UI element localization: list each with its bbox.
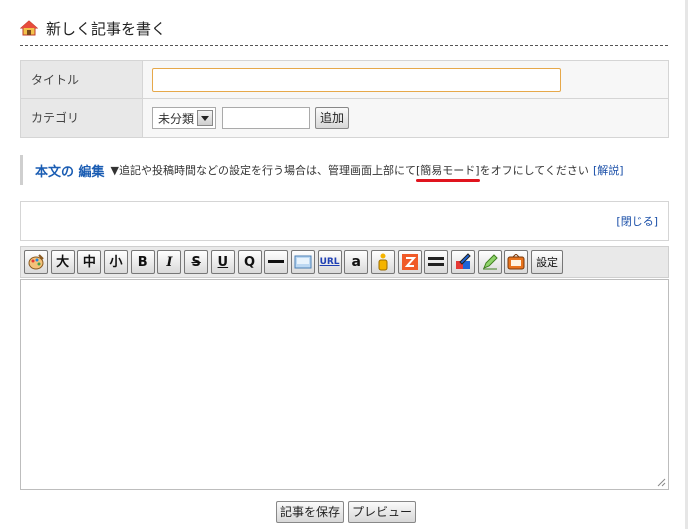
horizontal-rule-icon[interactable]	[264, 250, 289, 274]
new-category-input[interactable]	[222, 107, 311, 129]
page-header: 新しく記事を書く	[20, 18, 668, 46]
simple-mode-label: [簡易モード]	[416, 164, 480, 182]
editor-toolbar: 大 中 小 B I S U Q URL a 設定	[20, 246, 669, 278]
url-link-button[interactable]: URL	[317, 250, 342, 274]
extra-panel: [閉じる]	[20, 201, 669, 241]
color-icon[interactable]	[451, 250, 475, 274]
chevron-down-icon[interactable]	[197, 110, 214, 126]
font-size-medium-button[interactable]: 中	[77, 250, 102, 274]
help-link[interactable]: [解説]	[593, 162, 624, 178]
title-label: タイトル	[21, 61, 143, 98]
preview-button[interactable]: プレビュー	[348, 501, 417, 523]
strikethrough-button[interactable]: S	[184, 250, 209, 274]
close-link[interactable]: [閉じる]	[616, 213, 658, 229]
body-edit-heading: 本文の 編集 ▼追記や投稿時間などの設定を行う場合は、管理画面上部にて [簡易モ…	[20, 155, 669, 185]
image-icon[interactable]	[290, 250, 315, 274]
category-label: カテゴリ	[21, 99, 143, 137]
font-size-small-button[interactable]: 小	[104, 250, 129, 274]
palette-icon[interactable]	[24, 250, 48, 274]
italic-button[interactable]: I	[157, 250, 182, 274]
category-row: カテゴリ 未分類 追加	[21, 99, 668, 137]
more-icon[interactable]	[424, 250, 449, 274]
form-actions: 記事を保存 プレビュー	[276, 501, 417, 523]
body-textarea[interactable]	[20, 279, 669, 490]
bold-button[interactable]: B	[130, 250, 155, 274]
pen-icon[interactable]	[477, 250, 502, 274]
settings-button[interactable]: 設定	[531, 250, 564, 274]
body-edit-note-suffix: をオフにしてください	[479, 164, 589, 177]
title-input[interactable]	[152, 67, 561, 92]
font-size-large-button[interactable]: 大	[50, 250, 75, 274]
category-selected-value: 未分類	[158, 111, 195, 126]
underline-button[interactable]: U	[210, 250, 235, 274]
title-row: タイトル	[21, 61, 668, 99]
resize-grip-icon[interactable]	[656, 477, 666, 487]
zoom-icon[interactable]	[397, 250, 422, 274]
home-icon	[20, 20, 38, 36]
post-form: タイトル カテゴリ 未分類 追加	[20, 60, 669, 138]
body-edit-note-prefix: ▼追記や投稿時間などの設定を行う場合は、管理画面上部にて	[110, 164, 416, 177]
save-post-button[interactable]: 記事を保存	[276, 501, 345, 523]
page-title: 新しく記事を書く	[46, 20, 167, 38]
category-select[interactable]: 未分類	[152, 107, 217, 129]
add-category-button[interactable]: 追加	[315, 107, 350, 129]
body-edit-title: 本文の 編集	[35, 164, 105, 180]
info-icon[interactable]	[370, 250, 395, 274]
tv-icon[interactable]	[504, 250, 529, 274]
quote-button[interactable]: Q	[237, 250, 262, 274]
amazon-button[interactable]: a	[344, 250, 369, 274]
